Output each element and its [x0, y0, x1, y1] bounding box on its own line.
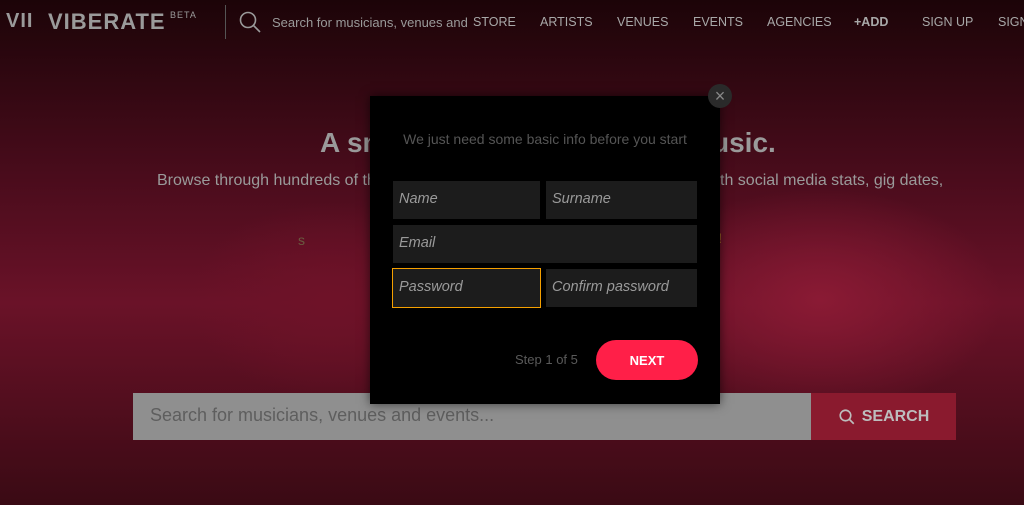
headline-right: usic. — [712, 127, 776, 158]
divider — [225, 5, 226, 39]
search-button[interactable]: SEARCH — [811, 393, 956, 440]
logo[interactable]: VIBERATE — [48, 9, 166, 35]
top-nav: VII VIBERATE BETA Search for musicians, … — [0, 0, 1024, 44]
nav-add[interactable]: +ADD — [854, 15, 888, 29]
nav-sign-in[interactable]: SIGN — [998, 15, 1024, 29]
logo-mark[interactable]: VII — [6, 10, 33, 33]
beta-badge: BETA — [170, 10, 197, 20]
modal-intro: We just need some basic info before you … — [403, 131, 687, 147]
nav-search[interactable]: Search for musicians, venues and — [238, 10, 468, 34]
nav-agencies[interactable]: AGENCIES — [767, 15, 832, 29]
fragment-left: s — [298, 232, 305, 248]
step-indicator: Step 1 of 5 — [515, 352, 578, 367]
next-button[interactable]: NEXT — [596, 340, 698, 380]
signup-modal: We just need some basic info before you … — [370, 96, 720, 404]
surname-field[interactable]: Surname — [546, 181, 697, 219]
search-icon — [239, 11, 261, 33]
subtitle-right: th social media stats, gig dates, — [720, 172, 944, 189]
password-field[interactable]: Password — [392, 268, 541, 308]
email-field[interactable]: Email — [393, 225, 697, 263]
close-icon[interactable]: × — [708, 84, 732, 108]
name-field[interactable]: Name — [393, 181, 540, 219]
nav-events[interactable]: EVENTS — [693, 15, 743, 29]
nav-artists[interactable]: ARTISTS — [540, 15, 593, 29]
subtitle-left: Browse through hundreds of tho — [157, 172, 385, 189]
search-button-label: SEARCH — [861, 407, 930, 425]
confirm-password-field[interactable]: Confirm password — [546, 269, 697, 307]
nav-search-input[interactable]: Search for musicians, venues and — [272, 15, 468, 30]
nav-sign-up[interactable]: SIGN UP — [922, 15, 973, 29]
nav-venues[interactable]: VENUES — [617, 15, 668, 29]
nav-store[interactable]: STORE — [473, 15, 516, 29]
search-icon — [839, 408, 855, 424]
